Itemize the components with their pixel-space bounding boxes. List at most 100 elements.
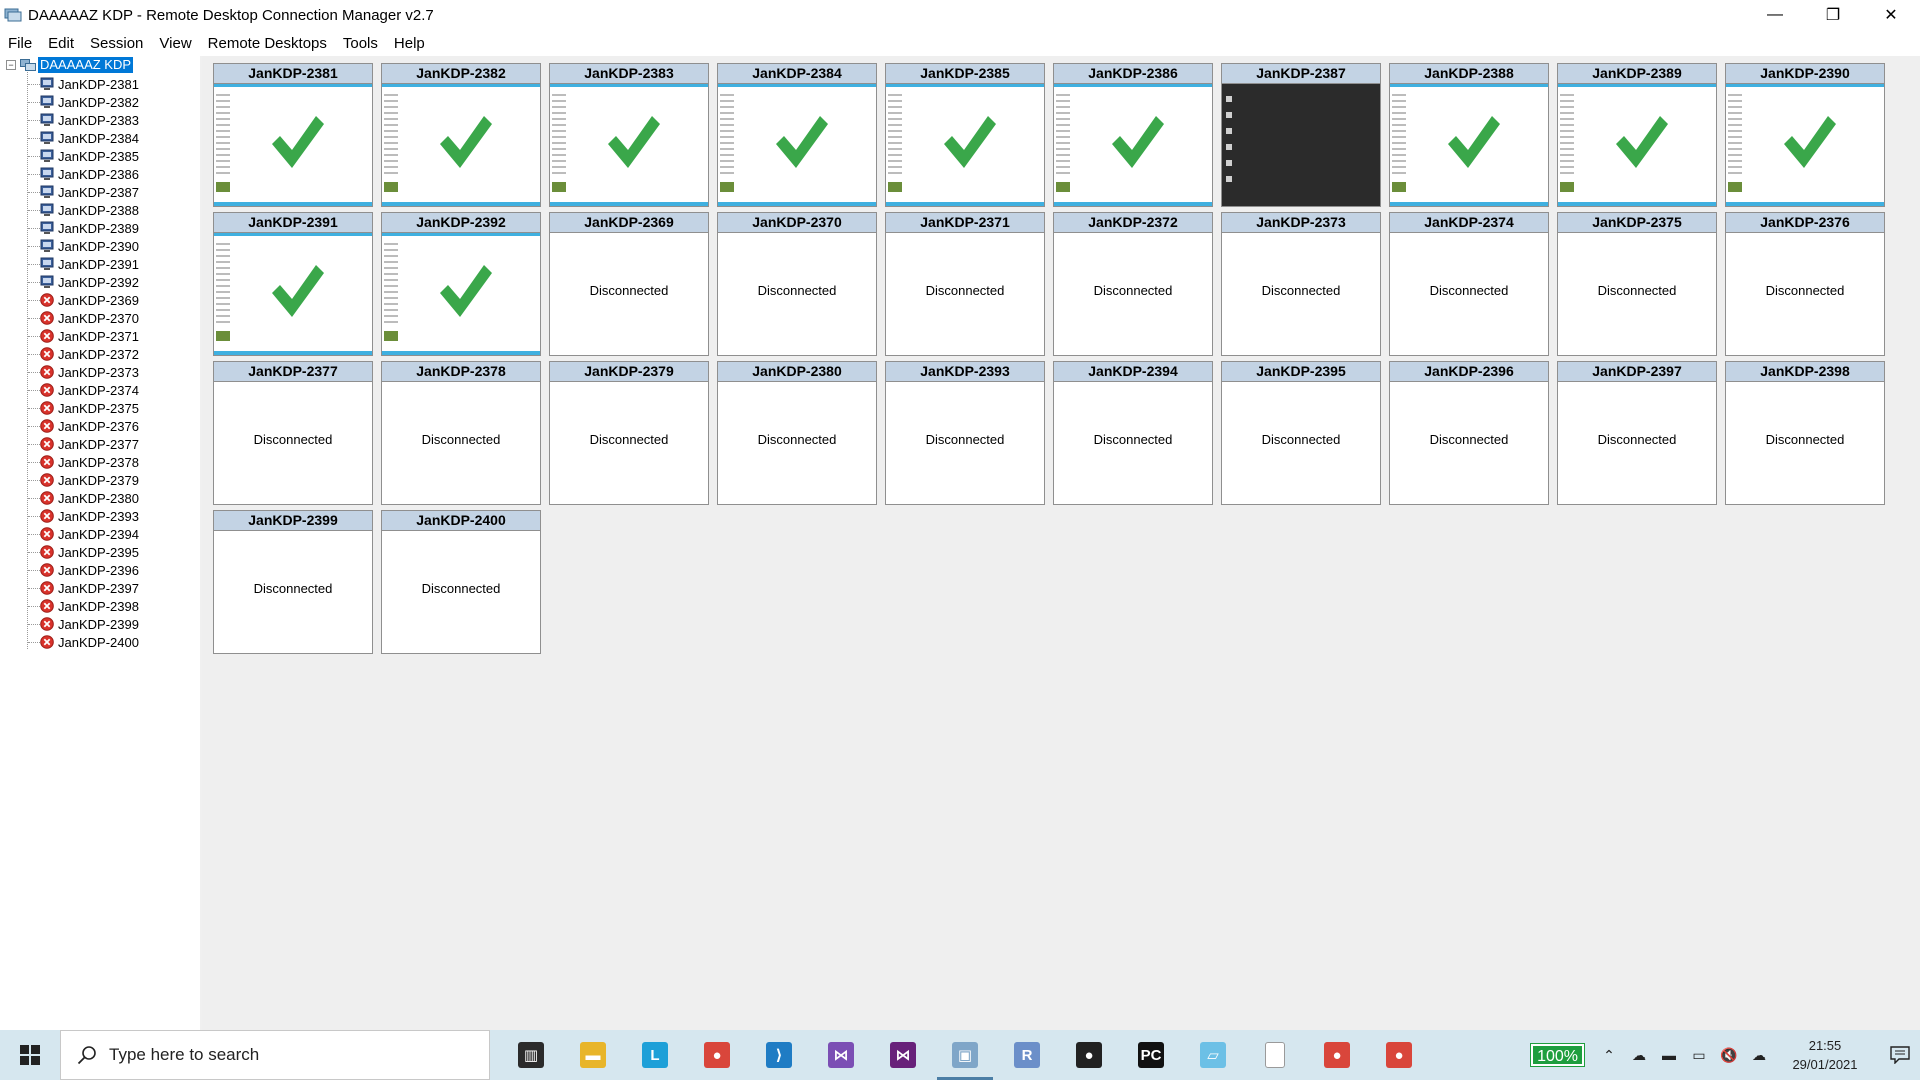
thumbnail-body[interactable]: Disconnected [718,233,876,355]
taskbar-search-box[interactable]: Type here to search [60,1030,490,1080]
session-thumbnail[interactable]: JanKDP-2387 [1221,63,1381,207]
taskbar-app[interactable]: R [996,1030,1058,1080]
taskbar-app[interactable] [1244,1030,1306,1080]
thumbnail-title[interactable]: JanKDP-2400 [382,511,540,531]
thumbnail-body[interactable]: Disconnected [1390,233,1548,355]
thumbnail-body[interactable]: Disconnected [550,382,708,504]
thumbnail-title[interactable]: JanKDP-2380 [718,362,876,382]
thumbnail-title[interactable]: JanKDP-2369 [550,213,708,233]
session-thumbnail[interactable]: JanKDP-2391 [213,212,373,356]
thumbnail-body[interactable] [1222,84,1380,206]
thumbnail-body[interactable]: Disconnected [1054,382,1212,504]
taskbar-app[interactable]: ⋈ [810,1030,872,1080]
tree-node[interactable]: JanKDP-2399 [28,615,139,633]
thumbnail-body[interactable]: Disconnected [1222,382,1380,504]
tree-node[interactable]: JanKDP-2384 [28,129,139,147]
tree-node[interactable]: JanKDP-2400 [28,633,139,651]
taskbar-app[interactable]: ▥ [500,1030,562,1080]
volume-muted-icon[interactable]: 🔇 [1718,1044,1740,1066]
tree-node[interactable]: JanKDP-2392 [28,273,139,291]
thumbnail-body[interactable]: Disconnected [718,382,876,504]
thumbnail-body[interactable] [382,233,540,355]
tree-node[interactable]: JanKDP-2377 [28,435,139,453]
session-thumbnail[interactable]: JanKDP-2373 Disconnected [1221,212,1381,356]
menu-view[interactable]: View [151,35,199,52]
thumbnail-body[interactable]: Disconnected [1222,233,1380,355]
thumbnail-title[interactable]: JanKDP-2388 [1390,64,1548,84]
session-thumbnail[interactable]: JanKDP-2371 Disconnected [885,212,1045,356]
session-thumbnail[interactable]: JanKDP-2393 Disconnected [885,361,1045,505]
onedrive-icon[interactable]: ☁ [1628,1044,1650,1066]
tree-node[interactable]: JanKDP-2389 [28,219,139,237]
thumbnail-title[interactable]: JanKDP-2386 [1054,64,1212,84]
taskbar-app[interactable]: ▬ [562,1030,624,1080]
menu-tools[interactable]: Tools [335,35,386,52]
tree-node[interactable]: JanKDP-2378 [28,453,139,471]
menu-help[interactable]: Help [386,35,433,52]
tree-node[interactable]: JanKDP-2373 [28,363,139,381]
thumbnail-title[interactable]: JanKDP-2370 [718,213,876,233]
tree-node[interactable]: JanKDP-2393 [28,507,139,525]
session-thumbnail[interactable]: JanKDP-2392 [381,212,541,356]
tree-node[interactable]: JanKDP-2374 [28,381,139,399]
collapse-icon[interactable]: − [6,60,16,70]
thumbnail-title[interactable]: JanKDP-2393 [886,362,1044,382]
tree-node[interactable]: JanKDP-2370 [28,309,139,327]
tree-node[interactable]: JanKDP-2372 [28,345,139,363]
taskbar-app[interactable]: ● [1306,1030,1368,1080]
thumbnail-title[interactable]: JanKDP-2371 [886,213,1044,233]
thumbnail-body[interactable]: Disconnected [382,382,540,504]
thumbnail-title[interactable]: JanKDP-2383 [550,64,708,84]
notifications-button[interactable] [1880,1030,1920,1080]
tree-node[interactable]: JanKDP-2394 [28,525,139,543]
tree-node[interactable]: JanKDP-2396 [28,561,139,579]
cloud-icon[interactable]: ☁ [1748,1044,1770,1066]
thumbnail-body[interactable] [214,233,372,355]
thumbnail-body[interactable] [1558,84,1716,206]
thumbnail-body[interactable] [382,84,540,206]
session-thumbnail[interactable]: JanKDP-2394 Disconnected [1053,361,1213,505]
thumbnail-title[interactable]: JanKDP-2399 [214,511,372,531]
session-thumbnail[interactable]: JanKDP-2380 Disconnected [717,361,877,505]
thumbnail-body[interactable]: Disconnected [1054,233,1212,355]
thumbnail-title[interactable]: JanKDP-2382 [382,64,540,84]
thumbnail-body[interactable]: Disconnected [1558,382,1716,504]
thumbnail-title[interactable]: JanKDP-2390 [1726,64,1884,84]
session-thumbnail[interactable]: JanKDP-2377 Disconnected [213,361,373,505]
tree-node[interactable]: JanKDP-2395 [28,543,139,561]
minimize-button[interactable]: — [1746,0,1804,30]
taskbar-app[interactable]: ⟩ [748,1030,810,1080]
session-thumbnail[interactable]: JanKDP-2400 Disconnected [381,510,541,654]
tree-node[interactable]: JanKDP-2388 [28,201,139,219]
session-thumbnail[interactable]: JanKDP-2399 Disconnected [213,510,373,654]
taskbar-app[interactable]: ● [1058,1030,1120,1080]
session-thumbnail[interactable]: JanKDP-2381 [213,63,373,207]
session-thumbnail[interactable]: JanKDP-2397 Disconnected [1557,361,1717,505]
thumbnail-title[interactable]: JanKDP-2395 [1222,362,1380,382]
thumbnail-title[interactable]: JanKDP-2394 [1054,362,1212,382]
thumbnail-title[interactable]: JanKDP-2381 [214,64,372,84]
session-thumbnail[interactable]: JanKDP-2383 [549,63,709,207]
session-thumbnail[interactable]: JanKDP-2372 Disconnected [1053,212,1213,356]
taskbar-app[interactable]: ⋈ [872,1030,934,1080]
menu-edit[interactable]: Edit [40,35,82,52]
thumbnail-title[interactable]: JanKDP-2391 [214,213,372,233]
tree-node[interactable]: JanKDP-2390 [28,237,139,255]
thumbnail-title[interactable]: JanKDP-2376 [1726,213,1884,233]
close-button[interactable]: ✕ [1862,0,1920,30]
session-thumbnail[interactable]: JanKDP-2382 [381,63,541,207]
session-thumbnail[interactable]: JanKDP-2390 [1725,63,1885,207]
tree-node[interactable]: JanKDP-2369 [28,291,139,309]
menu-session[interactable]: Session [82,35,151,52]
network-icon[interactable]: ▭ [1688,1044,1710,1066]
tree-node[interactable]: JanKDP-2376 [28,417,139,435]
session-thumbnail[interactable]: JanKDP-2388 [1389,63,1549,207]
taskbar-app[interactable]: PC [1120,1030,1182,1080]
thumbnail-body[interactable]: Disconnected [1558,233,1716,355]
thumbnail-body[interactable] [550,84,708,206]
session-thumbnail[interactable]: JanKDP-2379 Disconnected [549,361,709,505]
thumbnail-body[interactable]: Disconnected [214,531,372,653]
tree-node[interactable]: JanKDP-2391 [28,255,139,273]
session-thumbnail[interactable]: JanKDP-2374 Disconnected [1389,212,1549,356]
taskbar-app[interactable]: ● [686,1030,748,1080]
